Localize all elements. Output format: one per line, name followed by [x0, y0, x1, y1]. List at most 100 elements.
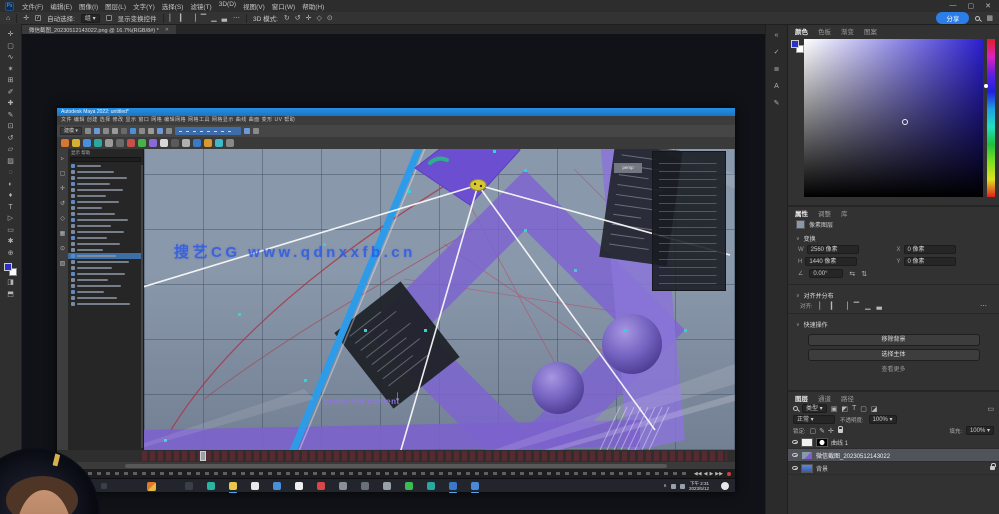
layer-row[interactable]: 背景 — [788, 462, 999, 475]
more-options-icon[interactable]: ⋯ — [233, 14, 240, 22]
lock-option-icon[interactable]: ▢ — [810, 427, 817, 435]
quick-action-button[interactable]: 选择主体 — [808, 349, 980, 361]
hue-slider[interactable] — [987, 39, 995, 197]
panel-tab[interactable]: 通道 — [818, 393, 831, 403]
eyedropper-tool[interactable]: ✐ — [5, 87, 17, 99]
lock-option-icon[interactable]: ✎ — [819, 427, 825, 435]
menu-item[interactable]: 图层(L) — [105, 1, 126, 11]
spot-heal-tool[interactable]: ✚ — [5, 98, 17, 110]
visibility-eye-icon[interactable] — [792, 440, 798, 445]
screen-mode-icon[interactable]: ⬒ — [5, 289, 17, 301]
menu-item[interactable]: 文件(F) — [22, 1, 43, 11]
dodge-tool[interactable]: ◐ — [5, 179, 17, 191]
layer-row[interactable]: 微信截图_20230512143022 — [788, 449, 999, 462]
view-more-link[interactable]: 查看更多 — [788, 364, 999, 373]
quick-select-tool[interactable]: ✶ — [5, 64, 17, 76]
type-tool[interactable]: T — [5, 202, 17, 214]
blur-tool[interactable]: ◌ — [5, 167, 17, 179]
angle-field[interactable]: 0.00° — [809, 269, 843, 278]
actions-panel-icon[interactable]: ✓ — [770, 47, 784, 59]
move-tool[interactable]: ✛ — [5, 29, 17, 41]
align-icon[interactable]: ▃ — [222, 14, 227, 22]
fill-field[interactable]: 100% ▾ — [966, 426, 994, 435]
panel-color-swatches[interactable] — [791, 40, 805, 54]
align-icon[interactable]: ▎ — [831, 302, 836, 310]
mode3d-icon[interactable]: ◇ — [317, 14, 322, 22]
menu-item[interactable]: 3D(D) — [219, 1, 236, 11]
lock-all-icon[interactable] — [838, 429, 843, 433]
layer-thumbnail[interactable] — [801, 438, 813, 447]
align-icon[interactable]: ▔ — [201, 14, 206, 22]
align-icon[interactable]: ▏ — [820, 302, 825, 310]
quick-action-button[interactable]: 移除背景 — [808, 334, 980, 346]
mode3d-icon[interactable]: ⊙ — [327, 14, 333, 22]
home-icon[interactable]: ⌂ — [6, 15, 10, 22]
share-button[interactable]: 分享 — [936, 12, 969, 24]
filter-icon[interactable]: T — [852, 405, 856, 412]
panel-tab[interactable]: 色板 — [818, 26, 831, 36]
hand-tool[interactable]: ✱ — [5, 236, 17, 248]
mode3d-icon[interactable]: ✛ — [306, 14, 312, 22]
tab-close-icon[interactable]: ✕ — [165, 27, 169, 33]
transform-section-header[interactable]: ∨变换 — [788, 231, 999, 245]
align-icon[interactable]: ▁ — [211, 14, 216, 22]
shape-tool[interactable]: ▭ — [5, 225, 17, 237]
lock-option-icon[interactable]: ✛ — [828, 427, 834, 435]
align-icon[interactable]: ▎ — [180, 14, 185, 22]
menu-item[interactable]: 窗口(W) — [272, 1, 295, 11]
filter-toggle[interactable]: ▭ — [987, 405, 994, 413]
filter-icon[interactable]: ▢ — [860, 405, 867, 413]
mode3d-icon[interactable]: ↻ — [284, 14, 290, 22]
collapse-dock-icon[interactable]: « — [770, 30, 784, 42]
canvas-area[interactable]: Autodesk Maya 2022: untitled* 文件 编辑 创建 选… — [22, 34, 765, 514]
menu-item[interactable]: 图像(I) — [79, 1, 98, 11]
color-cursor[interactable] — [902, 119, 908, 125]
panel-tab[interactable]: 图案 — [864, 26, 877, 36]
width-field[interactable]: 2560 像素 — [807, 245, 859, 254]
panel-tab[interactable]: 颜色 — [795, 26, 808, 36]
layer-name[interactable]: 曲线 1 — [831, 438, 848, 447]
panel-tab[interactable]: 库 — [841, 208, 848, 218]
brush-tool[interactable]: ✎ — [5, 110, 17, 122]
clone-stamp-tool[interactable]: ⊡ — [5, 121, 17, 133]
align-icon[interactable]: ▕ — [842, 302, 847, 310]
history-panel-icon[interactable]: ≣ — [770, 64, 784, 76]
menu-item[interactable]: 编辑(E) — [50, 1, 72, 11]
align-icon[interactable]: ▁ — [865, 302, 870, 310]
brush-panel-icon[interactable]: ✎ — [770, 98, 784, 110]
lasso-tool[interactable]: ∿ — [5, 52, 17, 64]
layer-mask-thumbnail[interactable] — [816, 438, 828, 447]
filter-icon[interactable]: ◪ — [871, 405, 878, 413]
filter-icon[interactable]: ▣ — [831, 405, 838, 413]
x-field[interactable]: 0 像素 — [904, 245, 956, 254]
character-panel-icon[interactable]: A — [770, 81, 784, 93]
minimize-button[interactable]: — — [950, 2, 957, 10]
layer-thumbnail[interactable] — [801, 451, 813, 460]
opacity-field[interactable]: 100% ▾ — [869, 415, 897, 424]
panel-tab[interactable]: 调整 — [818, 208, 831, 218]
align-more-icon[interactable]: ⋯ — [980, 302, 987, 310]
menu-item[interactable]: 文字(Y) — [133, 1, 155, 11]
filter-icon[interactable]: ◩ — [841, 405, 848, 413]
panel-tab[interactable]: 图层 — [795, 393, 808, 403]
saturation-brightness-field[interactable] — [804, 39, 983, 197]
gradient-tool[interactable]: ▨ — [5, 156, 17, 168]
color-swatches[interactable] — [4, 263, 18, 277]
hue-slider-handle[interactable] — [984, 84, 988, 88]
close-button[interactable]: ✕ — [985, 2, 991, 10]
flip-vertical-button[interactable]: ⇅ — [861, 270, 867, 278]
mode3d-icon[interactable]: ↺ — [295, 14, 301, 22]
align-icon[interactable]: ▏ — [170, 14, 175, 22]
filter-type-dropdown[interactable]: 类型 ▾ — [802, 404, 827, 413]
menu-item[interactable]: 选择(S) — [162, 1, 184, 11]
layer-name[interactable]: 背景 — [816, 464, 828, 473]
flip-horizontal-button[interactable]: ⇆ — [849, 270, 855, 278]
quick-actions-header[interactable]: ∨快速操作 — [788, 317, 999, 331]
search-icon[interactable] — [975, 16, 980, 21]
menu-item[interactable]: 滤镜(T) — [190, 1, 211, 11]
layer-name[interactable]: 微信截图_20230512143022 — [816, 451, 890, 460]
y-field[interactable]: 0 像素 — [904, 257, 956, 266]
align-icon[interactable]: ▕ — [190, 14, 195, 22]
align-icon[interactable]: ▃ — [876, 302, 881, 310]
auto-select-dropdown[interactable]: 组 ▾ — [81, 14, 100, 23]
